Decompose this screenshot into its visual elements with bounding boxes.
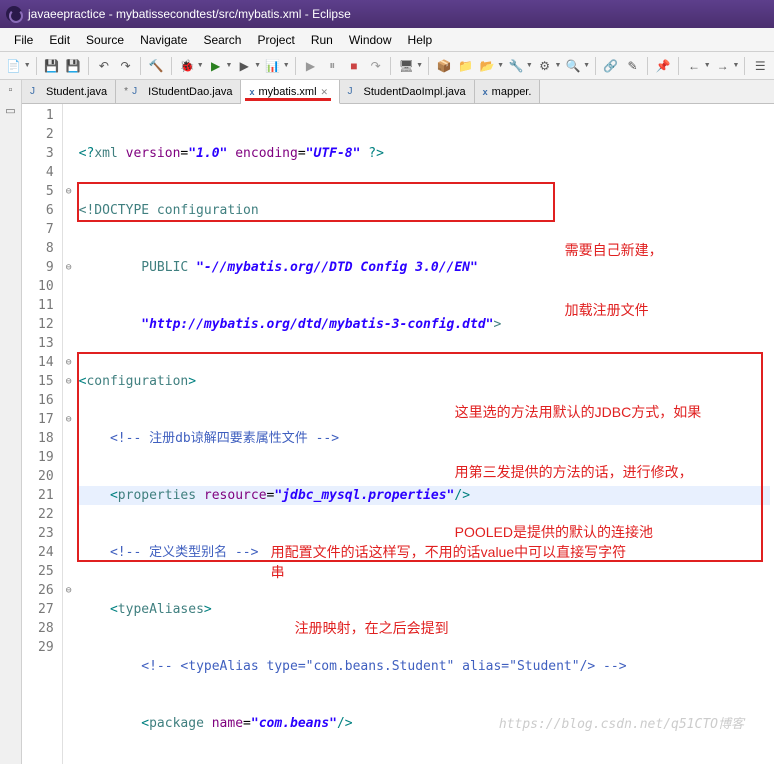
- back-button[interactable]: ←: [684, 56, 704, 76]
- toolbar: 📄▼ 💾 💾 ↶ ↷ 🔨 🐞▼ ▶▼ ▶▼ 📊▼ ▶ ⏸ ■ ↷ 🖥▼ 📦 📁 …: [0, 52, 774, 80]
- tool-button[interactable]: 📂: [477, 56, 497, 76]
- dropdown-icon[interactable]: ▼: [497, 62, 504, 69]
- tool-button[interactable]: 📁: [456, 56, 476, 76]
- separator: [428, 57, 429, 75]
- redo-button[interactable]: ↷: [116, 56, 136, 76]
- annotation-text: 注册映射，在之后会提到: [295, 618, 449, 638]
- tab-label: Student.java: [46, 86, 107, 98]
- resume-button[interactable]: ▶: [301, 56, 321, 76]
- code-content[interactable]: <?xml version="1.0" encoding="UTF-8" ?> …: [75, 104, 774, 764]
- step-button[interactable]: ↷: [366, 56, 386, 76]
- undo-button[interactable]: ↶: [94, 56, 114, 76]
- separator: [744, 57, 745, 75]
- dropdown-icon[interactable]: ▼: [24, 62, 31, 69]
- dropdown-icon[interactable]: ▼: [416, 62, 423, 69]
- annotation-text: 需要自己新建， 加载注册文件: [565, 200, 663, 360]
- coverage-button[interactable]: 📊: [263, 56, 283, 76]
- red-underline-annotation: [245, 98, 331, 101]
- tab-istudentdao-java[interactable]: * J IStudentDao.java: [116, 80, 241, 103]
- dropdown-icon[interactable]: ▼: [197, 62, 204, 69]
- restore-icon[interactable]: ▫: [3, 84, 19, 100]
- line-number-gutter: 1234567891011121314151617181920212223242…: [22, 104, 63, 764]
- separator: [647, 57, 648, 75]
- tab-student-java[interactable]: J Student.java: [22, 80, 116, 103]
- separator: [88, 57, 89, 75]
- separator: [36, 57, 37, 75]
- dropdown-icon[interactable]: ▼: [704, 62, 711, 69]
- xml-file-icon: x: [483, 87, 488, 97]
- close-icon[interactable]: ✕: [321, 87, 331, 97]
- menu-file[interactable]: File: [6, 30, 41, 50]
- debug-button[interactable]: 🐞: [177, 56, 197, 76]
- separator: [171, 57, 172, 75]
- tool-button[interactable]: 🔗: [601, 56, 621, 76]
- xml-file-icon: x: [249, 87, 254, 97]
- left-trim: ▫ ▭: [0, 80, 22, 764]
- java-file-icon: J: [30, 86, 42, 98]
- forward-button[interactable]: →: [713, 56, 733, 76]
- watermark: https://blog.csdn.net/q51CTO博客: [499, 715, 744, 734]
- window-titlebar: javaeepractice - mybatissecondtest/src/m…: [0, 0, 774, 28]
- tool-button[interactable]: ⚙: [535, 56, 555, 76]
- tab-label: IStudentDao.java: [148, 86, 232, 98]
- tool-button[interactable]: 🔍: [563, 56, 583, 76]
- menu-help[interactable]: Help: [400, 30, 441, 50]
- workspace: ▫ ▭ J Student.java * J IStudentDao.java …: [0, 80, 774, 764]
- eclipse-icon: [6, 6, 22, 22]
- new-server-button[interactable]: 🖥: [396, 56, 416, 76]
- java-file-icon: J: [132, 86, 144, 98]
- annotation-text: 串: [271, 562, 285, 582]
- menu-project[interactable]: Project: [249, 30, 302, 50]
- run-button[interactable]: ▶: [206, 56, 226, 76]
- dropdown-icon[interactable]: ▼: [283, 62, 290, 69]
- run-last-button[interactable]: ▶: [234, 56, 254, 76]
- separator: [390, 57, 391, 75]
- java-file-icon: J: [348, 86, 360, 98]
- separator: [595, 57, 596, 75]
- save-button[interactable]: 💾: [42, 56, 62, 76]
- tab-label: StudentDaoImpl.java: [364, 86, 466, 98]
- dropdown-icon[interactable]: ▼: [554, 62, 561, 69]
- menu-window[interactable]: Window: [341, 30, 400, 50]
- suspend-button[interactable]: ⏸: [322, 56, 342, 76]
- menu-navigate[interactable]: Navigate: [132, 30, 195, 50]
- dropdown-icon[interactable]: ▼: [254, 62, 261, 69]
- tab-label: mapper.: [492, 86, 532, 98]
- menu-run[interactable]: Run: [303, 30, 341, 50]
- menubar: File Edit Source Navigate Search Project…: [0, 28, 774, 52]
- new-button[interactable]: 📄: [4, 56, 24, 76]
- dropdown-icon[interactable]: ▼: [526, 62, 533, 69]
- editor-area: J Student.java * J IStudentDao.java x my…: [22, 80, 774, 764]
- separator: [678, 57, 679, 75]
- window-title: javaeepractice - mybatissecondtest/src/m…: [28, 7, 351, 21]
- tab-mybatis-xml[interactable]: x mybatis.xml ✕: [241, 80, 339, 104]
- dropdown-icon[interactable]: ▼: [732, 62, 739, 69]
- menu-source[interactable]: Source: [78, 30, 132, 50]
- minimize-icon[interactable]: ▭: [3, 104, 19, 120]
- tab-studentdaoimpl-java[interactable]: J StudentDaoImpl.java: [340, 80, 475, 103]
- menu-search[interactable]: Search: [195, 30, 249, 50]
- code-editor[interactable]: 1234567891011121314151617181920212223242…: [22, 104, 774, 764]
- tool-button[interactable]: 📦: [434, 56, 454, 76]
- tab-mapper[interactable]: x mapper.: [475, 80, 541, 103]
- save-all-button[interactable]: 💾: [63, 56, 83, 76]
- fold-gutter: ⊖⊖⊖⊖⊖⊖: [63, 104, 75, 764]
- tab-label: mybatis.xml: [258, 86, 316, 98]
- dropdown-icon[interactable]: ▼: [583, 62, 590, 69]
- build-button[interactable]: 🔨: [146, 56, 166, 76]
- tool-button[interactable]: 🔧: [506, 56, 526, 76]
- tool-button[interactable]: 📌: [653, 56, 673, 76]
- separator: [295, 57, 296, 75]
- tool-button[interactable]: ✎: [623, 56, 643, 76]
- tool-button[interactable]: ☰: [750, 56, 770, 76]
- editor-tabs: J Student.java * J IStudentDao.java x my…: [22, 80, 774, 104]
- dropdown-icon[interactable]: ▼: [225, 62, 232, 69]
- separator: [140, 57, 141, 75]
- terminate-button[interactable]: ■: [344, 56, 364, 76]
- dirty-indicator: *: [124, 86, 128, 97]
- menu-edit[interactable]: Edit: [41, 30, 78, 50]
